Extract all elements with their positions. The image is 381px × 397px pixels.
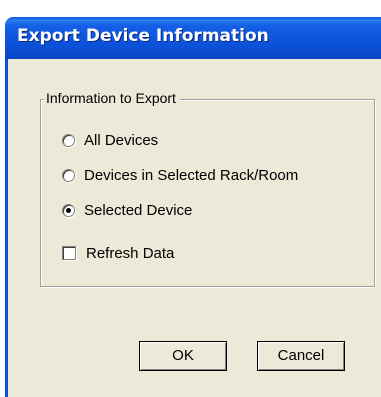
- dialog-title: Export Device Information: [17, 26, 269, 46]
- cancel-button[interactable]: Cancel: [257, 341, 345, 371]
- radio-button-icon[interactable]: [62, 168, 75, 182]
- export-dialog: Export Device Information Information to…: [0, 0, 381, 397]
- radio-button-icon[interactable]: [62, 133, 75, 147]
- radio-label: Selected Device: [84, 201, 193, 219]
- radio-selected-device[interactable]: Selected Device: [62, 200, 192, 220]
- ok-button[interactable]: OK: [139, 341, 227, 371]
- radio-devices-in-selected-rack-room[interactable]: Devices in Selected Rack/Room: [62, 165, 298, 185]
- dialog-body: Information to Export All Devices Device…: [5, 59, 381, 397]
- radio-all-devices[interactable]: All Devices: [62, 130, 158, 150]
- title-bar[interactable]: Export Device Information: [5, 17, 381, 59]
- checkbox-label: Refresh Data: [86, 244, 175, 262]
- group-label: Information to Export: [44, 90, 180, 106]
- checkbox-icon[interactable]: [62, 246, 76, 260]
- refresh-data-checkbox[interactable]: Refresh Data: [62, 243, 174, 263]
- radio-label: All Devices: [84, 131, 159, 149]
- information-to-export-group: Information to Export All Devices Device…: [40, 90, 375, 287]
- radio-label: Devices in Selected Rack/Room: [84, 166, 299, 184]
- radio-button-selected-icon[interactable]: [62, 203, 75, 217]
